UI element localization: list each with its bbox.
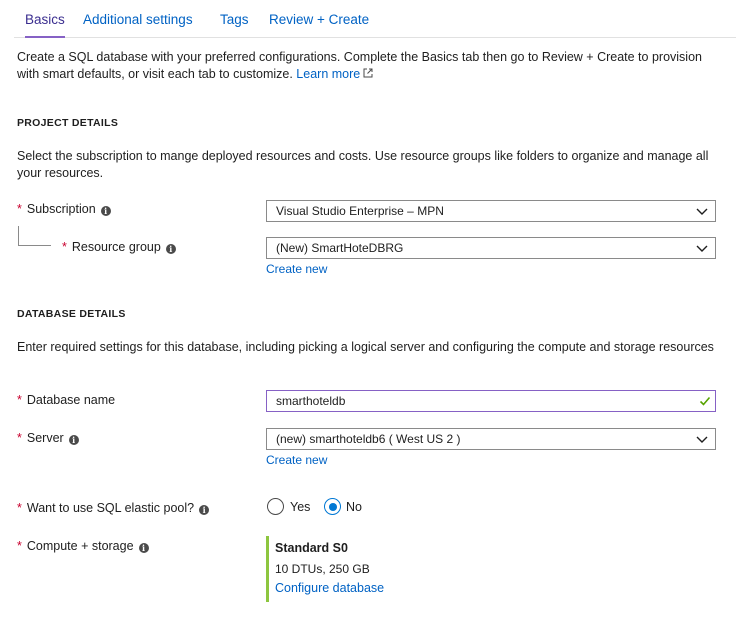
server-value: (new) smarthoteldb6 ( West US 2 ) <box>276 432 461 446</box>
info-icon[interactable]: i <box>165 244 176 254</box>
intro-paragraph: Create a SQL database with your preferre… <box>17 49 717 83</box>
subscription-value: Visual Studio Enterprise – MPN <box>276 204 444 218</box>
required-asterisk: * <box>62 240 67 254</box>
create-new-resource-group-link[interactable]: Create new <box>266 262 327 276</box>
database-name-label-text: Database name <box>26 393 116 407</box>
elastic-pool-label: * Want to use SQL elastic pool? i <box>17 500 210 516</box>
chevron-down-icon <box>696 208 708 215</box>
database-name-input[interactable]: smarthoteldb <box>266 390 716 412</box>
tab-basics[interactable]: Basics <box>25 12 65 38</box>
subscription-label: * Subscription i <box>17 201 111 217</box>
subscription-select[interactable]: Visual Studio Enterprise – MPN <box>266 200 716 222</box>
resource-group-label: * Resource group i <box>62 239 176 255</box>
tab-bar: Basics Additional settings Tags Review +… <box>14 0 736 38</box>
info-icon[interactable]: i <box>138 543 149 553</box>
server-select[interactable]: (new) smarthoteldb6 ( West US 2 ) <box>266 428 716 450</box>
elastic-pool-no-radio[interactable] <box>324 498 341 515</box>
resource-group-value: (New) SmartHoteDBRG <box>276 241 404 255</box>
project-details-heading: PROJECT DETAILS <box>17 117 119 129</box>
compute-tier: Standard S0 <box>275 541 348 555</box>
server-label: * Server i <box>17 430 79 446</box>
elastic-pool-label-text: Want to use SQL elastic pool? <box>26 501 195 515</box>
checkmark-icon <box>699 396 711 406</box>
chevron-down-icon <box>696 436 708 443</box>
resource-group-label-text: Resource group <box>71 240 161 254</box>
external-link-icon <box>363 68 373 78</box>
database-name-label: * Database name <box>17 392 115 408</box>
database-description: Enter required settings for this databas… <box>17 340 714 354</box>
server-label-text: Server <box>26 431 64 445</box>
database-details-heading: DATABASE DETAILS <box>17 308 126 320</box>
elastic-pool-yes-radio[interactable] <box>267 498 284 515</box>
required-asterisk: * <box>17 202 22 216</box>
tree-connector <box>18 226 51 246</box>
chevron-down-icon <box>696 245 708 252</box>
subscription-label-text: Subscription <box>26 202 96 216</box>
learn-more-label[interactable]: Learn more <box>296 67 360 81</box>
database-name-value: smarthoteldb <box>276 394 346 408</box>
compute-details: 10 DTUs, 250 GB <box>275 562 370 576</box>
required-asterisk: * <box>17 431 22 445</box>
project-description: Select the subscription to mange deploye… <box>17 149 709 180</box>
tab-additional-settings[interactable]: Additional settings <box>83 12 193 28</box>
learn-more-link[interactable]: Learn more <box>296 67 373 81</box>
create-new-server-link[interactable]: Create new <box>266 453 327 467</box>
required-asterisk: * <box>17 393 22 407</box>
compute-storage-label-text: Compute + storage <box>26 539 134 553</box>
required-asterisk: * <box>17 539 22 553</box>
info-icon[interactable]: i <box>100 206 111 216</box>
required-asterisk: * <box>17 501 22 515</box>
elastic-pool-no-label[interactable]: No <box>346 500 362 514</box>
info-icon[interactable]: i <box>68 435 79 445</box>
elastic-pool-yes-label[interactable]: Yes <box>290 500 310 514</box>
tab-tags[interactable]: Tags <box>220 12 249 28</box>
resource-group-select[interactable]: (New) SmartHoteDBRG <box>266 237 716 259</box>
compute-storage-label: * Compute + storage i <box>17 538 149 554</box>
info-icon[interactable]: i <box>199 505 210 515</box>
configure-database-link[interactable]: Configure database <box>275 581 384 595</box>
tab-review-create[interactable]: Review + Create <box>269 12 369 28</box>
